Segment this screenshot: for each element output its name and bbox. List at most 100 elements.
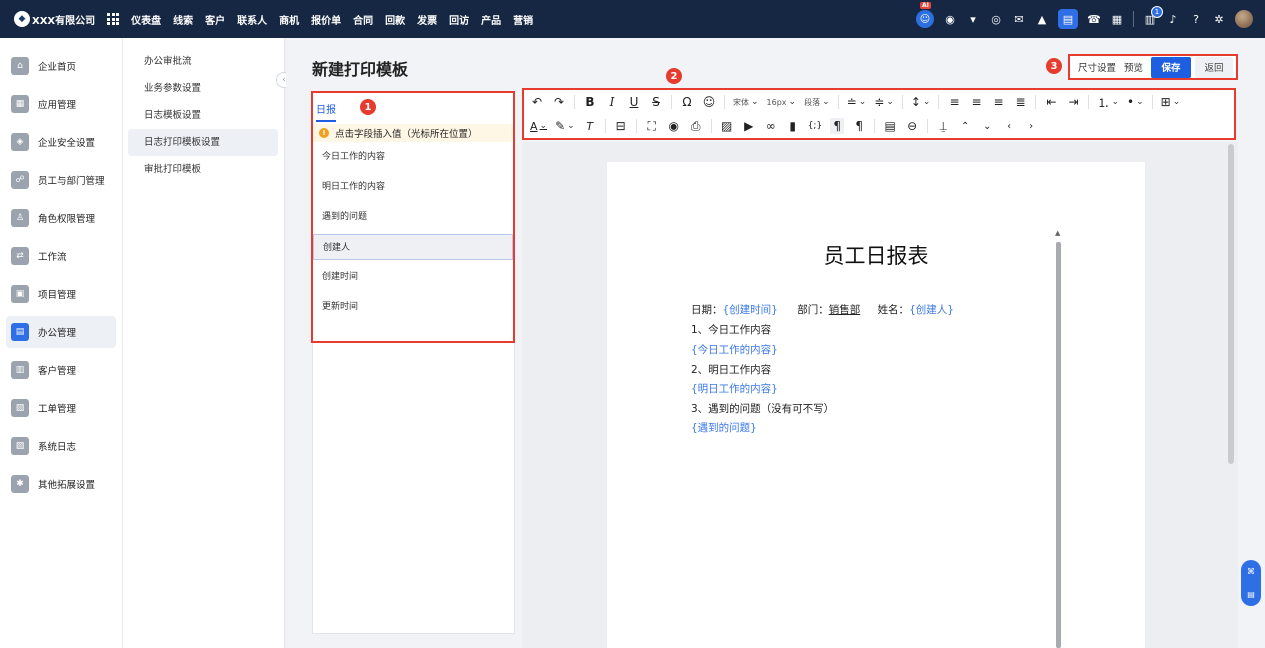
nav-dashboard[interactable]: 仪表盘 xyxy=(131,12,161,27)
sidebar-item-staff[interactable]: ☍ 员工与部门管理 xyxy=(6,164,116,196)
sidebar-item-extensions[interactable]: ✱ 其他拓展设置 xyxy=(6,468,116,500)
mail-icon[interactable]: ✉ xyxy=(1012,12,1026,26)
chevron-up-icon[interactable]: ⌃ xyxy=(958,118,972,134)
emoji-icon[interactable]: ☺ xyxy=(702,94,716,110)
scroll-up-arrow-icon[interactable]: ▲ xyxy=(1055,229,1060,237)
nav-payments[interactable]: 回款 xyxy=(385,12,405,27)
sidebar-item-apps[interactable]: ▦ 应用管理 xyxy=(6,88,116,120)
paragraph-select[interactable]: 段落 xyxy=(804,94,830,110)
editor-scrollbar[interactable] xyxy=(1228,144,1234,464)
paragraph-spacing-icon[interactable]: ≑ xyxy=(874,94,894,110)
submenu-item-log-print-templates[interactable]: 日志打印模板设置 xyxy=(128,129,278,156)
note-icon[interactable]: ▤ xyxy=(1247,590,1255,599)
align-right-icon[interactable]: ≡ xyxy=(991,94,1005,110)
nav-customers[interactable]: 客户 xyxy=(205,12,225,27)
document-page[interactable]: 员工日报表 日期：{创建时间} 部门：销售部 姓名：{创建人} 1、今日工作内容… xyxy=(607,162,1145,648)
align-left-icon[interactable]: ≡ xyxy=(947,94,961,110)
field-created-time[interactable]: 创建时间 xyxy=(313,264,513,290)
italic-icon[interactable]: I xyxy=(605,94,619,110)
sidebar-item-tickets[interactable]: ▧ 工单管理 xyxy=(6,392,116,424)
ltr-icon[interactable]: ¶ xyxy=(830,118,845,134)
nav-contracts[interactable]: 合同 xyxy=(353,12,373,27)
horizontal-rule-icon[interactable]: ⊖ xyxy=(905,118,919,134)
avatar[interactable] xyxy=(1235,10,1253,28)
chat-icon[interactable]: ◉ xyxy=(943,12,957,26)
field-problems[interactable]: 遇到的问题 xyxy=(313,204,513,230)
back-button[interactable]: 返回 xyxy=(1195,56,1234,78)
link-icon[interactable]: ∞ xyxy=(764,118,778,134)
sidebar-item-office[interactable]: ▤ 办公管理 xyxy=(6,316,116,348)
nav-leads[interactable]: 线索 xyxy=(173,12,193,27)
bell-icon[interactable]: ♪ xyxy=(1166,12,1180,26)
sidebar-item-projects[interactable]: ▣ 项目管理 xyxy=(6,278,116,310)
code-sample-icon[interactable]: {;} xyxy=(808,118,822,134)
size-settings-button[interactable]: 尺寸设置 xyxy=(1078,60,1116,74)
submenu-item-log-templates[interactable]: 日志模板设置 xyxy=(123,102,278,129)
robot-icon[interactable]: ☺ AI xyxy=(916,2,934,28)
save-button[interactable]: 保存 xyxy=(1151,56,1192,78)
tab-daily-report[interactable]: 日报 xyxy=(316,101,336,122)
field-creator[interactable]: 创建人 xyxy=(313,234,513,260)
clear-format-icon[interactable]: T xyxy=(583,118,597,134)
settings-icon[interactable]: ✲ xyxy=(1212,12,1226,26)
phone-icon[interactable]: ☎ xyxy=(1087,12,1101,26)
highlight-color-icon[interactable]: ✎ xyxy=(555,118,575,134)
line-spacing-icon[interactable]: ≐ xyxy=(847,94,867,110)
sidebar-item-workflow[interactable]: ⇄ 工作流 xyxy=(6,240,116,272)
font-size-select[interactable]: 16px xyxy=(767,94,797,110)
fullscreen-icon[interactable]: ⛶ xyxy=(645,118,659,134)
bookmark-icon[interactable]: ▮ xyxy=(786,118,800,134)
submenu-item-approval-print-templates[interactable]: 审批打印模板 xyxy=(123,156,278,183)
chevron-left-icon[interactable]: ‹ xyxy=(1002,118,1016,134)
align-justify-icon[interactable]: ≣ xyxy=(1013,94,1027,110)
sidebar-item-logs[interactable]: ▨ 系统日志 xyxy=(6,430,116,462)
sidebar-item-roles[interactable]: ♙ 角色权限管理 xyxy=(6,202,116,234)
stamp-icon[interactable]: ⍊ xyxy=(936,118,950,134)
align-center-icon[interactable]: ≡ xyxy=(969,94,983,110)
submenu-item-approval-flow[interactable]: 办公审批流 xyxy=(123,48,278,75)
nav-followups[interactable]: 回访 xyxy=(449,12,469,27)
undo-icon[interactable]: ↶ xyxy=(530,94,544,110)
underline-icon[interactable]: U xyxy=(627,94,641,110)
ordered-list-icon[interactable]: ⒈ xyxy=(1097,94,1119,110)
nav-quotes[interactable]: 报价单 xyxy=(311,12,341,27)
line-height-icon[interactable]: ↕ xyxy=(911,94,931,110)
bullet-list-icon[interactable]: • xyxy=(1127,94,1144,110)
apps-grid-icon[interactable] xyxy=(107,13,120,25)
preview-eye-icon[interactable]: ◉ xyxy=(667,118,681,134)
help-icon[interactable]: ? xyxy=(1189,12,1203,26)
rtl-icon[interactable]: ¶ xyxy=(852,118,866,134)
field-updated-time[interactable]: 更新时间 xyxy=(313,294,513,320)
media-icon[interactable]: ▶ xyxy=(742,118,756,134)
outdent-icon[interactable]: ⇤ xyxy=(1044,94,1058,110)
nav-invoices[interactable]: 发票 xyxy=(417,12,437,27)
strikethrough-icon[interactable]: S xyxy=(649,94,663,110)
table-icon[interactable]: ⊞ xyxy=(1161,94,1181,110)
document-icon[interactable]: ▤ xyxy=(1058,9,1078,29)
image-icon[interactable]: ▨ xyxy=(720,118,734,134)
calendar-icon[interactable]: ▦ xyxy=(1110,12,1124,26)
submenu-item-business-params[interactable]: 业务参数设置 xyxy=(123,75,278,102)
globe-icon[interactable]: ◎ xyxy=(989,12,1003,26)
special-char-icon[interactable]: Ω xyxy=(680,94,694,110)
redo-icon[interactable]: ↷ xyxy=(552,94,566,110)
floating-toolbox[interactable]: ⌘ ▤ xyxy=(1241,560,1261,606)
toolbox-icon[interactable]: ⌘ xyxy=(1247,567,1255,576)
chevron-right-icon[interactable]: › xyxy=(1024,118,1038,134)
preview-button[interactable]: 预览 xyxy=(1124,60,1143,74)
nav-marketing[interactable]: 营销 xyxy=(513,12,533,27)
chevron-down-icon[interactable]: ⌄ xyxy=(980,118,994,134)
indent-icon[interactable]: ⇥ xyxy=(1066,94,1080,110)
nav-products[interactable]: 产品 xyxy=(481,12,501,27)
paste-icon[interactable]: ▤ xyxy=(883,118,897,134)
field-today-work[interactable]: 今日工作的内容 xyxy=(313,144,513,170)
nav-contacts[interactable]: 联系人 xyxy=(237,12,267,27)
editor-canvas[interactable]: 员工日报表 日期：{创建时间} 部门：销售部 姓名：{创建人} 1、今日工作内容… xyxy=(522,142,1238,648)
nav-opportunities[interactable]: 商机 xyxy=(279,12,299,27)
report-icon[interactable]: ▥ 1 xyxy=(1143,6,1163,26)
sidebar-item-customers[interactable]: ▥ 客户管理 xyxy=(6,354,116,386)
message-icon[interactable]: ▾ xyxy=(966,12,980,26)
page-break-icon[interactable]: ⊟ xyxy=(614,118,628,134)
font-family-select[interactable]: 宋体 xyxy=(733,94,759,110)
document-scrollbar[interactable] xyxy=(1056,242,1061,648)
